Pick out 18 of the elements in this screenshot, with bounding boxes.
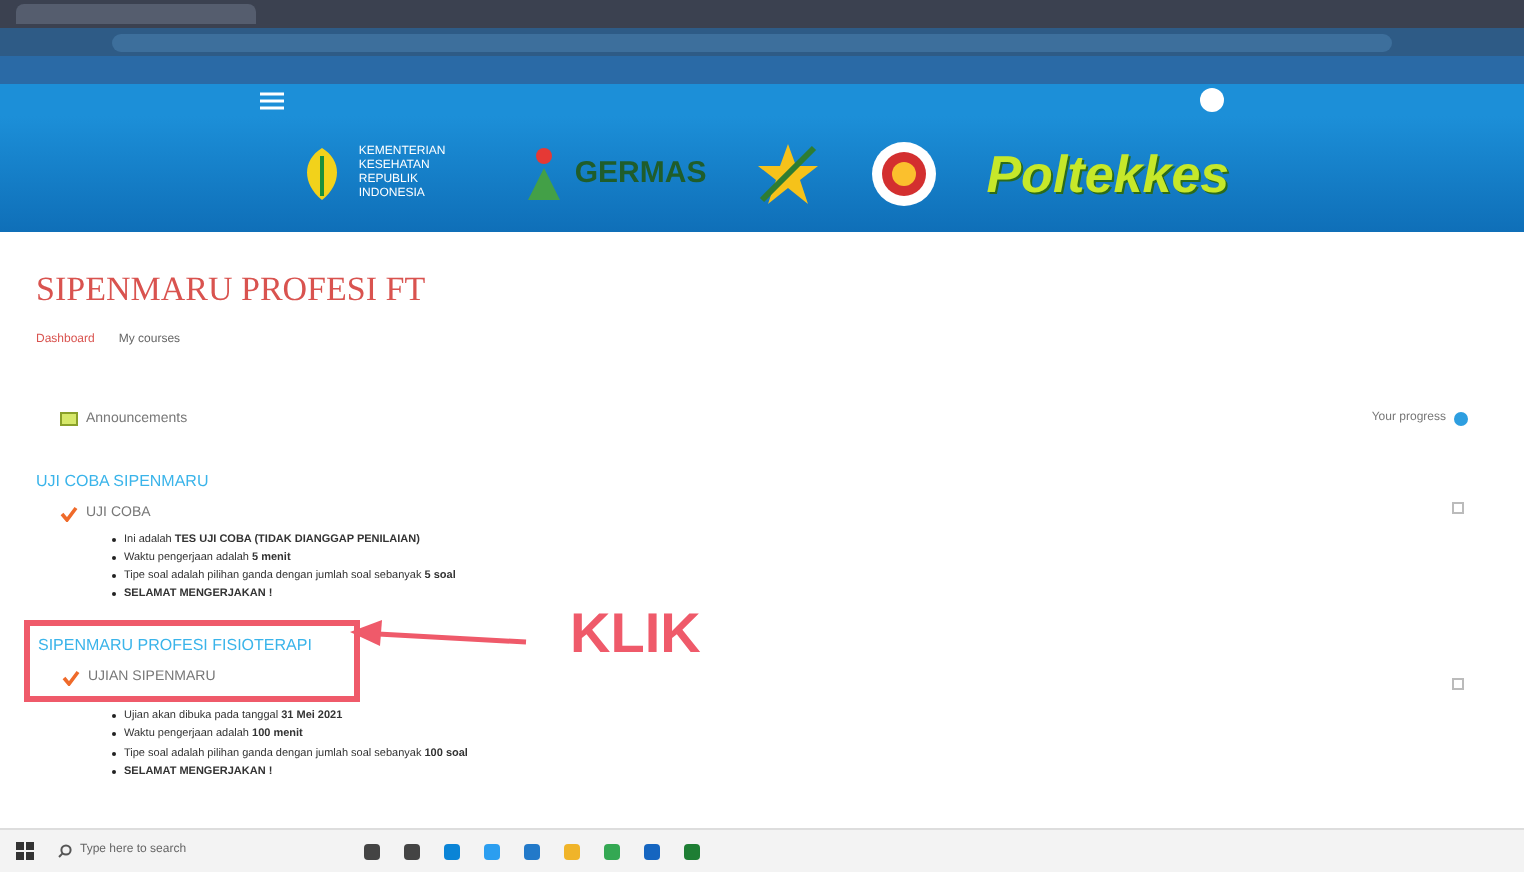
course-title: SIPENMARU PROFESI FT [36,268,428,312]
completion-checkbox[interactable] [1452,678,1464,690]
logo-text: GERMAS [574,153,707,194]
completion-checkbox[interactable] [1452,501,1464,513]
callout-text: KLIK [570,600,701,668]
checkmark-icon [62,669,80,686]
logo-wordmark: Poltekkes [986,141,1230,207]
round-seal-icon [870,140,939,208]
user-avatar[interactable] [1200,88,1224,112]
info-icon[interactable] [1454,412,1468,427]
section-title: UJI COBA SIPENMARU [36,470,211,494]
checkmark-icon [60,506,78,523]
section-title: SIPENMARU PROFESI FISIOTERAPI [38,633,314,657]
windows-icon[interactable] [16,842,34,860]
menu-icon[interactable] [260,91,284,109]
search-icon [58,844,72,858]
star-emblem-icon [754,140,823,208]
forum-icon [60,411,78,428]
